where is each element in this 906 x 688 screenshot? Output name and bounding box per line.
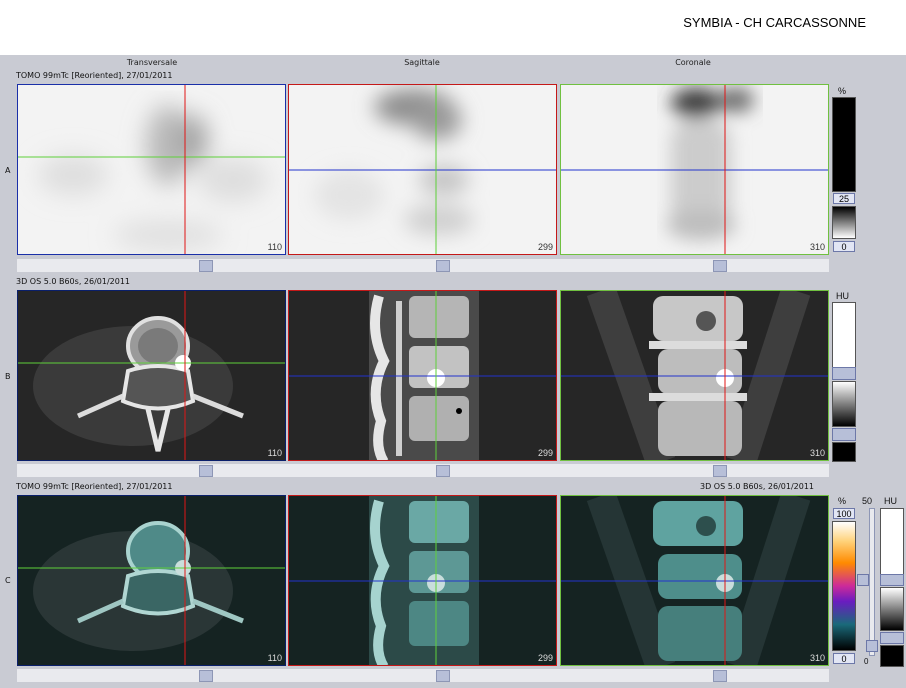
slice-slider-thumb[interactable] xyxy=(199,260,213,272)
row-letter-b: B xyxy=(5,372,11,381)
nm-coronal-image xyxy=(561,85,828,254)
ct-window-gradient xyxy=(832,381,856,427)
series-label-row-a: TOMO 99mTc [Reoriented], 27/01/2011 xyxy=(16,71,173,80)
series-label-row-c-right: 3D OS 5.0 B60s, 26/01/2011 xyxy=(700,482,815,491)
nm-grayscale-bar xyxy=(832,97,856,192)
slice-slider-thumb[interactable] xyxy=(199,670,213,682)
row-b-slice-bar xyxy=(17,464,829,477)
slice-number: 110 xyxy=(267,653,282,663)
row-letter-a: A xyxy=(5,166,11,175)
column-title-transversale: Transversale xyxy=(126,58,178,67)
nm-window-gradient xyxy=(832,206,856,239)
viewport-fusion-coronal[interactable]: 310 xyxy=(560,495,829,666)
ct-sagittal-image xyxy=(289,291,556,460)
slice-slider-thumb[interactable] xyxy=(713,670,727,682)
row-letter-c: C xyxy=(5,576,11,585)
fusion-sagittal-image xyxy=(289,496,556,665)
column-title-coronale: Coronale xyxy=(675,58,711,67)
slice-number: 310 xyxy=(809,448,825,458)
title-bar: SYMBIA - CH CARCASSONNE xyxy=(0,0,906,55)
window-upper-handle[interactable] xyxy=(832,367,856,380)
column-title-sagittale: Sagittale xyxy=(404,58,440,67)
slice-slider-thumb[interactable] xyxy=(713,260,727,272)
series-label-row-c-left: TOMO 99mTc [Reoriented], 27/01/2011 xyxy=(16,482,173,491)
fusion-lower-value[interactable]: 0 xyxy=(833,653,855,664)
fusion-upper-value[interactable]: 100 xyxy=(833,508,855,519)
scale-unit-percent: % xyxy=(838,86,847,96)
fusion-coronal-image xyxy=(561,496,828,665)
blend-slider-thumb[interactable] xyxy=(866,640,878,652)
slice-slider-thumb[interactable] xyxy=(436,670,450,682)
viewport-fusion-sagittal[interactable]: 299 xyxy=(288,495,557,666)
fusion-window-handle[interactable] xyxy=(857,574,869,586)
viewport-nm-transversal[interactable]: 110 xyxy=(17,84,286,255)
viewport-nm-coronal[interactable]: 310 xyxy=(560,84,829,255)
nm-transversal-image xyxy=(18,85,285,254)
scale-unit-hu: HU xyxy=(836,291,849,301)
fusion-ct-upper-handle[interactable] xyxy=(880,574,904,586)
slice-number: 310 xyxy=(809,653,825,663)
fusion-transversal-image xyxy=(18,496,285,665)
fusion-ct-gradient xyxy=(880,587,904,631)
slice-slider-thumb[interactable] xyxy=(713,465,727,477)
row-a-slice-bar xyxy=(17,259,829,272)
slice-number: 299 xyxy=(537,653,553,663)
window-lower-handle[interactable] xyxy=(832,428,856,441)
scale-unit-hu: HU xyxy=(884,496,897,506)
slice-number: 299 xyxy=(537,242,553,252)
slice-slider-thumb[interactable] xyxy=(199,465,213,477)
scale-unit-percent: % xyxy=(838,496,847,506)
ct-white-bar xyxy=(832,302,856,372)
viewport-ct-coronal[interactable]: 310 xyxy=(560,290,829,461)
slice-number: 299 xyxy=(537,448,553,458)
row-c-slice-bar xyxy=(17,669,829,682)
ct-coronal-image xyxy=(561,291,828,460)
slice-number: 310 xyxy=(809,242,825,252)
viewport-ct-sagittal[interactable]: 299 xyxy=(288,290,557,461)
blend-min-value: 0 xyxy=(864,657,869,666)
fusion-ct-black-bar xyxy=(880,645,904,667)
window-lower-value[interactable]: 0 xyxy=(833,241,855,252)
viewport-nm-sagittal[interactable]: 299 xyxy=(288,84,557,255)
ct-black-bar xyxy=(832,442,856,462)
viewport-ct-transversal[interactable]: 110 xyxy=(17,290,286,461)
ct-transversal-image xyxy=(18,291,285,460)
fusion-ct-white-bar xyxy=(880,508,904,578)
slice-slider-thumb[interactable] xyxy=(436,260,450,272)
viewport-fusion-transversal[interactable]: 110 xyxy=(17,495,286,666)
slice-slider-thumb[interactable] xyxy=(436,465,450,477)
series-label-row-b: 3D OS 5.0 B60s, 26/01/2011 xyxy=(16,277,131,286)
slice-number: 110 xyxy=(267,242,282,252)
blend-slider-track[interactable] xyxy=(869,508,875,656)
nm-sagittal-image xyxy=(289,85,556,254)
blend-value: 50 xyxy=(862,496,873,506)
fusion-ct-lower-handle[interactable] xyxy=(880,632,904,644)
fusion-color-bar xyxy=(832,521,856,651)
slice-number: 110 xyxy=(267,448,282,458)
hospital-name: SYMBIA - CH CARCASSONNE xyxy=(683,15,866,30)
window-upper-value[interactable]: 25 xyxy=(833,193,855,204)
